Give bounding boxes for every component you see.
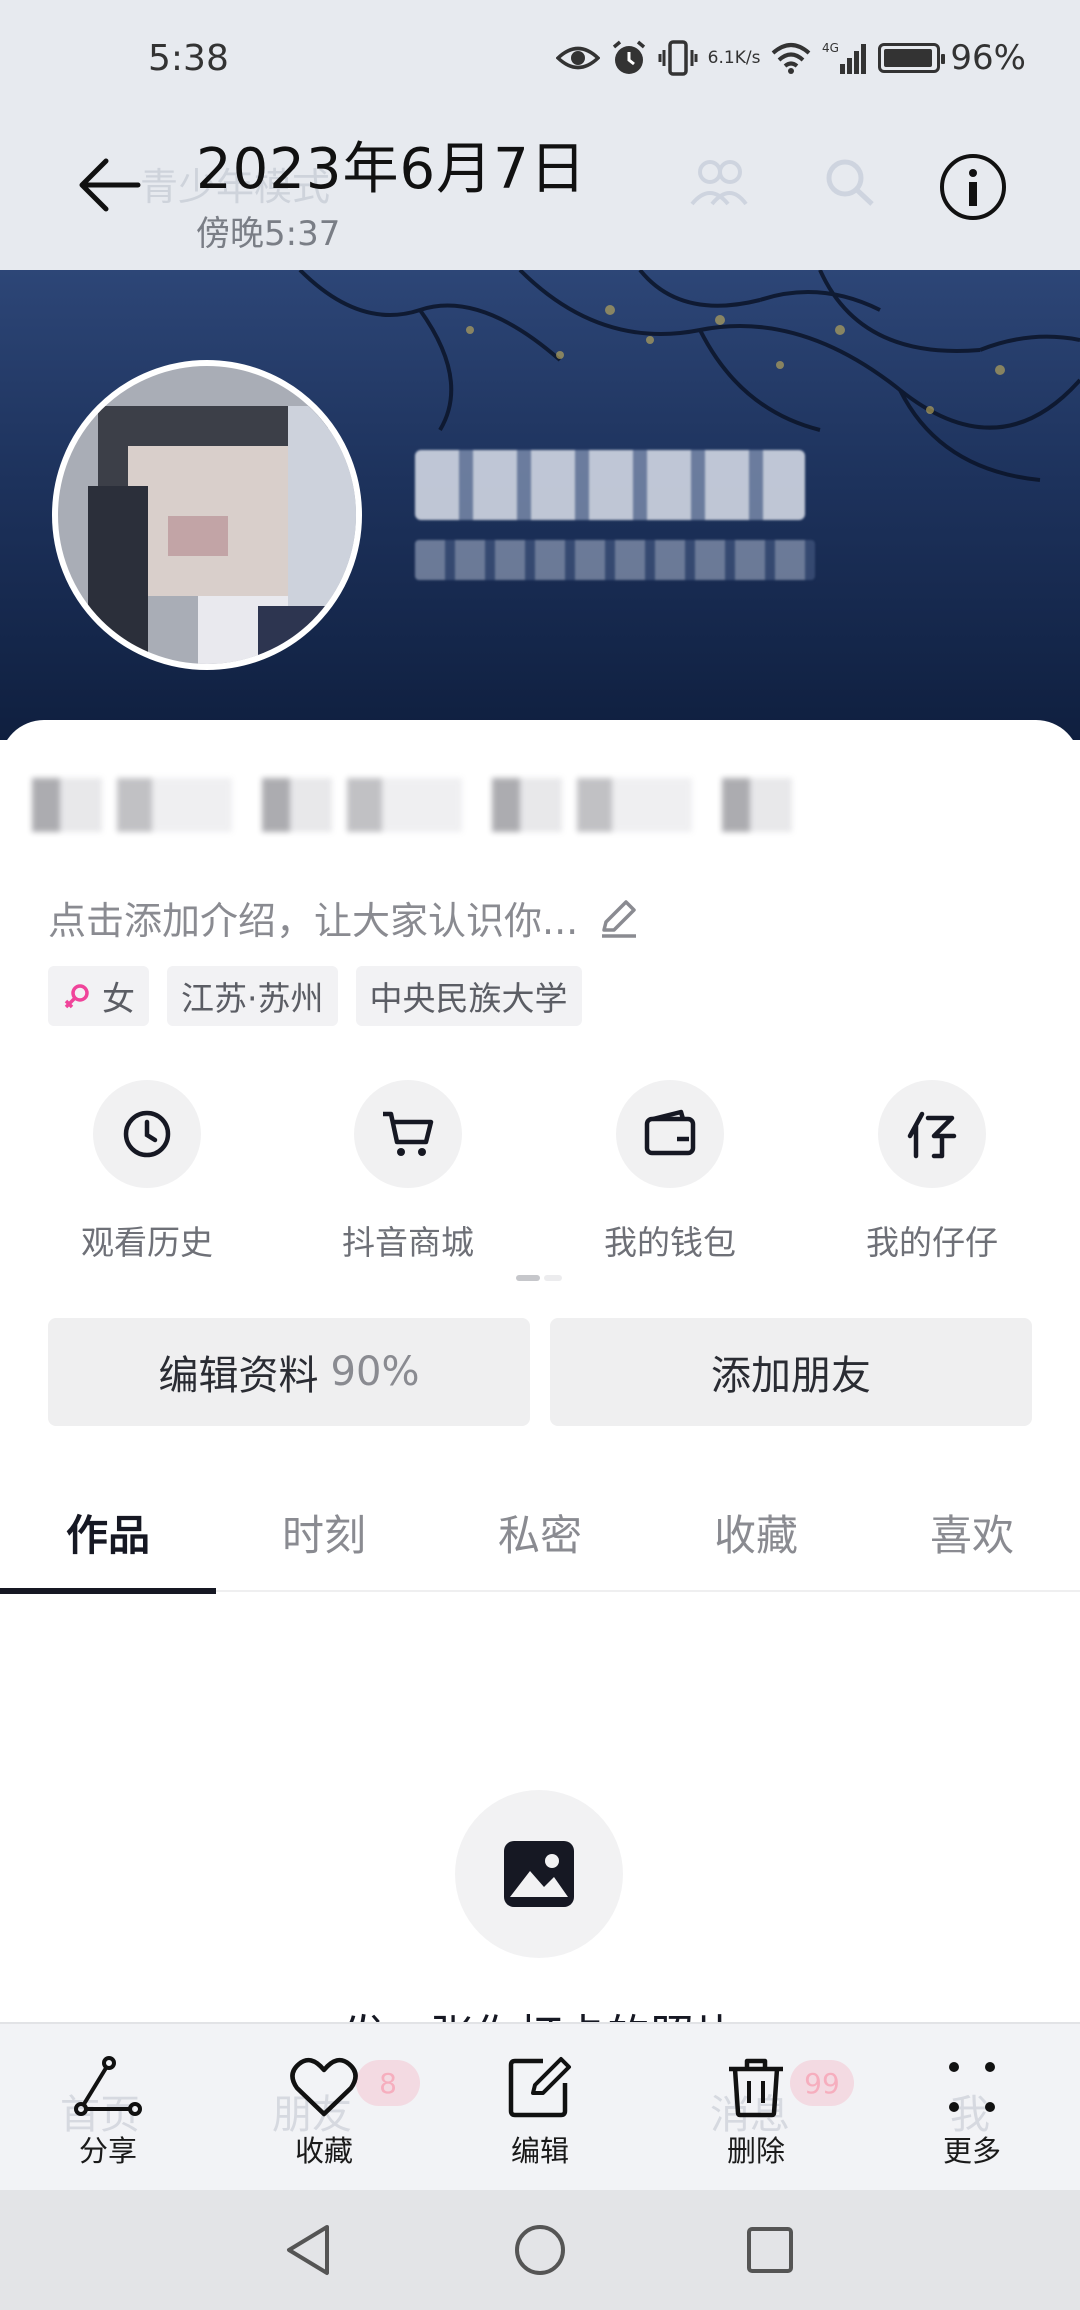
nav-recents-button[interactable] — [738, 2218, 802, 2282]
share-button[interactable]: 分享 — [0, 2024, 216, 2192]
content-tabs: 作品 时刻 私密 收藏 喜欢 — [0, 1472, 1080, 1594]
trash-icon — [729, 2058, 783, 2118]
favorite-label: 收藏 — [294, 2134, 353, 2168]
edit-label: 编辑 — [510, 2134, 569, 2168]
tab-label: 时刻 — [281, 1510, 366, 1560]
vibrate-icon — [658, 36, 698, 80]
gender-tag[interactable]: 女 — [48, 966, 149, 1026]
profile-action-buttons: 编辑资料 90% 添加朋友 — [48, 1318, 1032, 1426]
favorite-button[interactable]: 收藏 — [216, 2024, 432, 2192]
upload-photo-button[interactable] — [455, 1790, 623, 1958]
clock-icon — [123, 1110, 171, 1158]
circle-home-icon — [515, 2225, 565, 2275]
edit-profile-label: 编辑资料 — [158, 1353, 319, 1399]
battery-level: 96% — [950, 38, 1026, 78]
tab-label: 作品 — [65, 1510, 150, 1560]
heart-icon — [290, 2057, 358, 2117]
arrow-left-icon — [79, 158, 141, 212]
battery-icon — [878, 43, 946, 73]
more-button[interactable]: 更多 — [864, 2024, 1080, 2192]
edit-icon — [508, 2057, 571, 2118]
net-speed: 6.1 K/s — [707, 48, 761, 68]
zaizai-icon — [907, 1111, 957, 1159]
viewer-top-bar: 5:38 6.1 K/s 4G 96% 青少年模式 2023年6月7日 傍晚5:… — [0, 0, 1080, 270]
system-nav-bar — [0, 2190, 1080, 2310]
delete-label: 删除 — [726, 2134, 785, 2168]
edit-profile-button[interactable]: 编辑资料 90% — [48, 1318, 530, 1426]
underlay-search-icon — [820, 154, 890, 214]
active-tab-indicator — [0, 1588, 216, 1594]
profile-completion: 90% — [330, 1349, 420, 1395]
status-bar: 5:38 6.1 K/s 4G 96% — [0, 30, 1080, 94]
gender-label: 女 — [102, 979, 135, 1018]
tab-likes[interactable]: 喜欢 — [864, 1472, 1080, 1592]
tab-favorites[interactable]: 收藏 — [648, 1472, 864, 1592]
shortcut-watch-history[interactable]: 观看历史 — [47, 1080, 247, 1264]
stats-row-redacted — [32, 778, 792, 832]
nav-back-button[interactable] — [276, 2218, 340, 2282]
photo-time-subtitle: 傍晚5:37 — [196, 214, 341, 254]
school-tag[interactable]: 中央民族大学 — [355, 966, 582, 1026]
info-button[interactable] — [940, 154, 1006, 220]
edit-button[interactable]: 编辑 — [432, 2024, 648, 2192]
bio-placeholder-text: 点击添加介绍，让大家认识你... — [48, 899, 579, 943]
profile-tags: 女 江苏·苏州 中央民族大学 — [48, 966, 582, 1026]
photo-date-title: 2023年6月7日 — [196, 137, 587, 202]
delete-button[interactable]: 删除 — [648, 2024, 864, 2192]
tab-moments[interactable]: 时刻 — [216, 1472, 432, 1592]
underlay-friends-icon — [688, 154, 758, 214]
nickname-redacted — [415, 450, 805, 520]
share-label: 分享 — [78, 2134, 137, 2168]
wifi-icon — [770, 36, 812, 80]
tab-label: 喜欢 — [929, 1510, 1014, 1560]
school-label: 中央民族大学 — [369, 979, 568, 1018]
status-time: 5:38 — [148, 38, 229, 79]
square-recents-icon — [747, 2227, 793, 2273]
svg-text:4G: 4G — [822, 41, 839, 55]
add-friend-label: 添加朋友 — [711, 1353, 871, 1399]
tab-private[interactable]: 私密 — [432, 1472, 648, 1592]
profile-card: 点击添加介绍，让大家认识你... 女 江苏·苏州 中央民族大学 观看历史 抖音商… — [0, 720, 1080, 2030]
location-tag[interactable]: 江苏·苏州 — [167, 966, 338, 1026]
avatar[interactable] — [52, 360, 362, 670]
nav-home-button[interactable] — [508, 2218, 572, 2282]
shortcut-label: 抖音商城 — [342, 1223, 474, 1262]
pencil-icon — [602, 899, 637, 938]
info-icon — [969, 169, 977, 206]
shortcut-label: 我的仔仔 — [866, 1223, 998, 1262]
shortcut-row: 观看历史 抖音商城 我的钱包 我的仔仔 — [0, 1080, 1080, 1280]
gallery-action-bar: 首页 朋友 8 消息 99 我 分享 收藏 编辑 删除 更多 — [0, 2022, 1080, 2190]
add-friend-button[interactable]: 添加朋友 — [550, 1318, 1032, 1426]
shortcut-wallet[interactable]: 我的钱包 — [570, 1080, 770, 1264]
shortcut-label: 观看历史 — [81, 1223, 213, 1262]
bio-placeholder[interactable]: 点击添加介绍，让大家认识你... — [48, 890, 640, 945]
shortcut-page-indicator — [516, 1275, 562, 1281]
cart-icon — [383, 1111, 434, 1156]
image-icon — [504, 1841, 574, 1907]
user-id-redacted — [415, 540, 815, 580]
profile-cover[interactable] — [0, 270, 1080, 740]
location-label: 江苏·苏州 — [181, 979, 324, 1018]
shortcut-label: 我的钱包 — [604, 1223, 736, 1262]
shortcut-mall[interactable]: 抖音商城 — [308, 1080, 508, 1264]
signal-icon: 4G — [822, 36, 868, 80]
back-button[interactable] — [70, 150, 150, 220]
shortcut-zaizai[interactable]: 我的仔仔 — [832, 1080, 1032, 1264]
wallet-icon — [644, 1109, 696, 1156]
more-label: 更多 — [942, 2134, 1001, 2168]
alarm-icon — [610, 36, 648, 80]
more-icon — [949, 2062, 995, 2112]
share-icon — [74, 2056, 142, 2116]
tab-label: 收藏 — [713, 1510, 798, 1560]
viewer-header: 青少年模式 2023年6月7日 傍晚5:37 — [0, 120, 1080, 260]
triangle-back-icon — [287, 2225, 329, 2275]
tab-label: 私密 — [497, 1510, 582, 1560]
eye-icon — [555, 36, 600, 80]
female-icon — [64, 984, 89, 1009]
tab-works[interactable]: 作品 — [0, 1472, 216, 1594]
